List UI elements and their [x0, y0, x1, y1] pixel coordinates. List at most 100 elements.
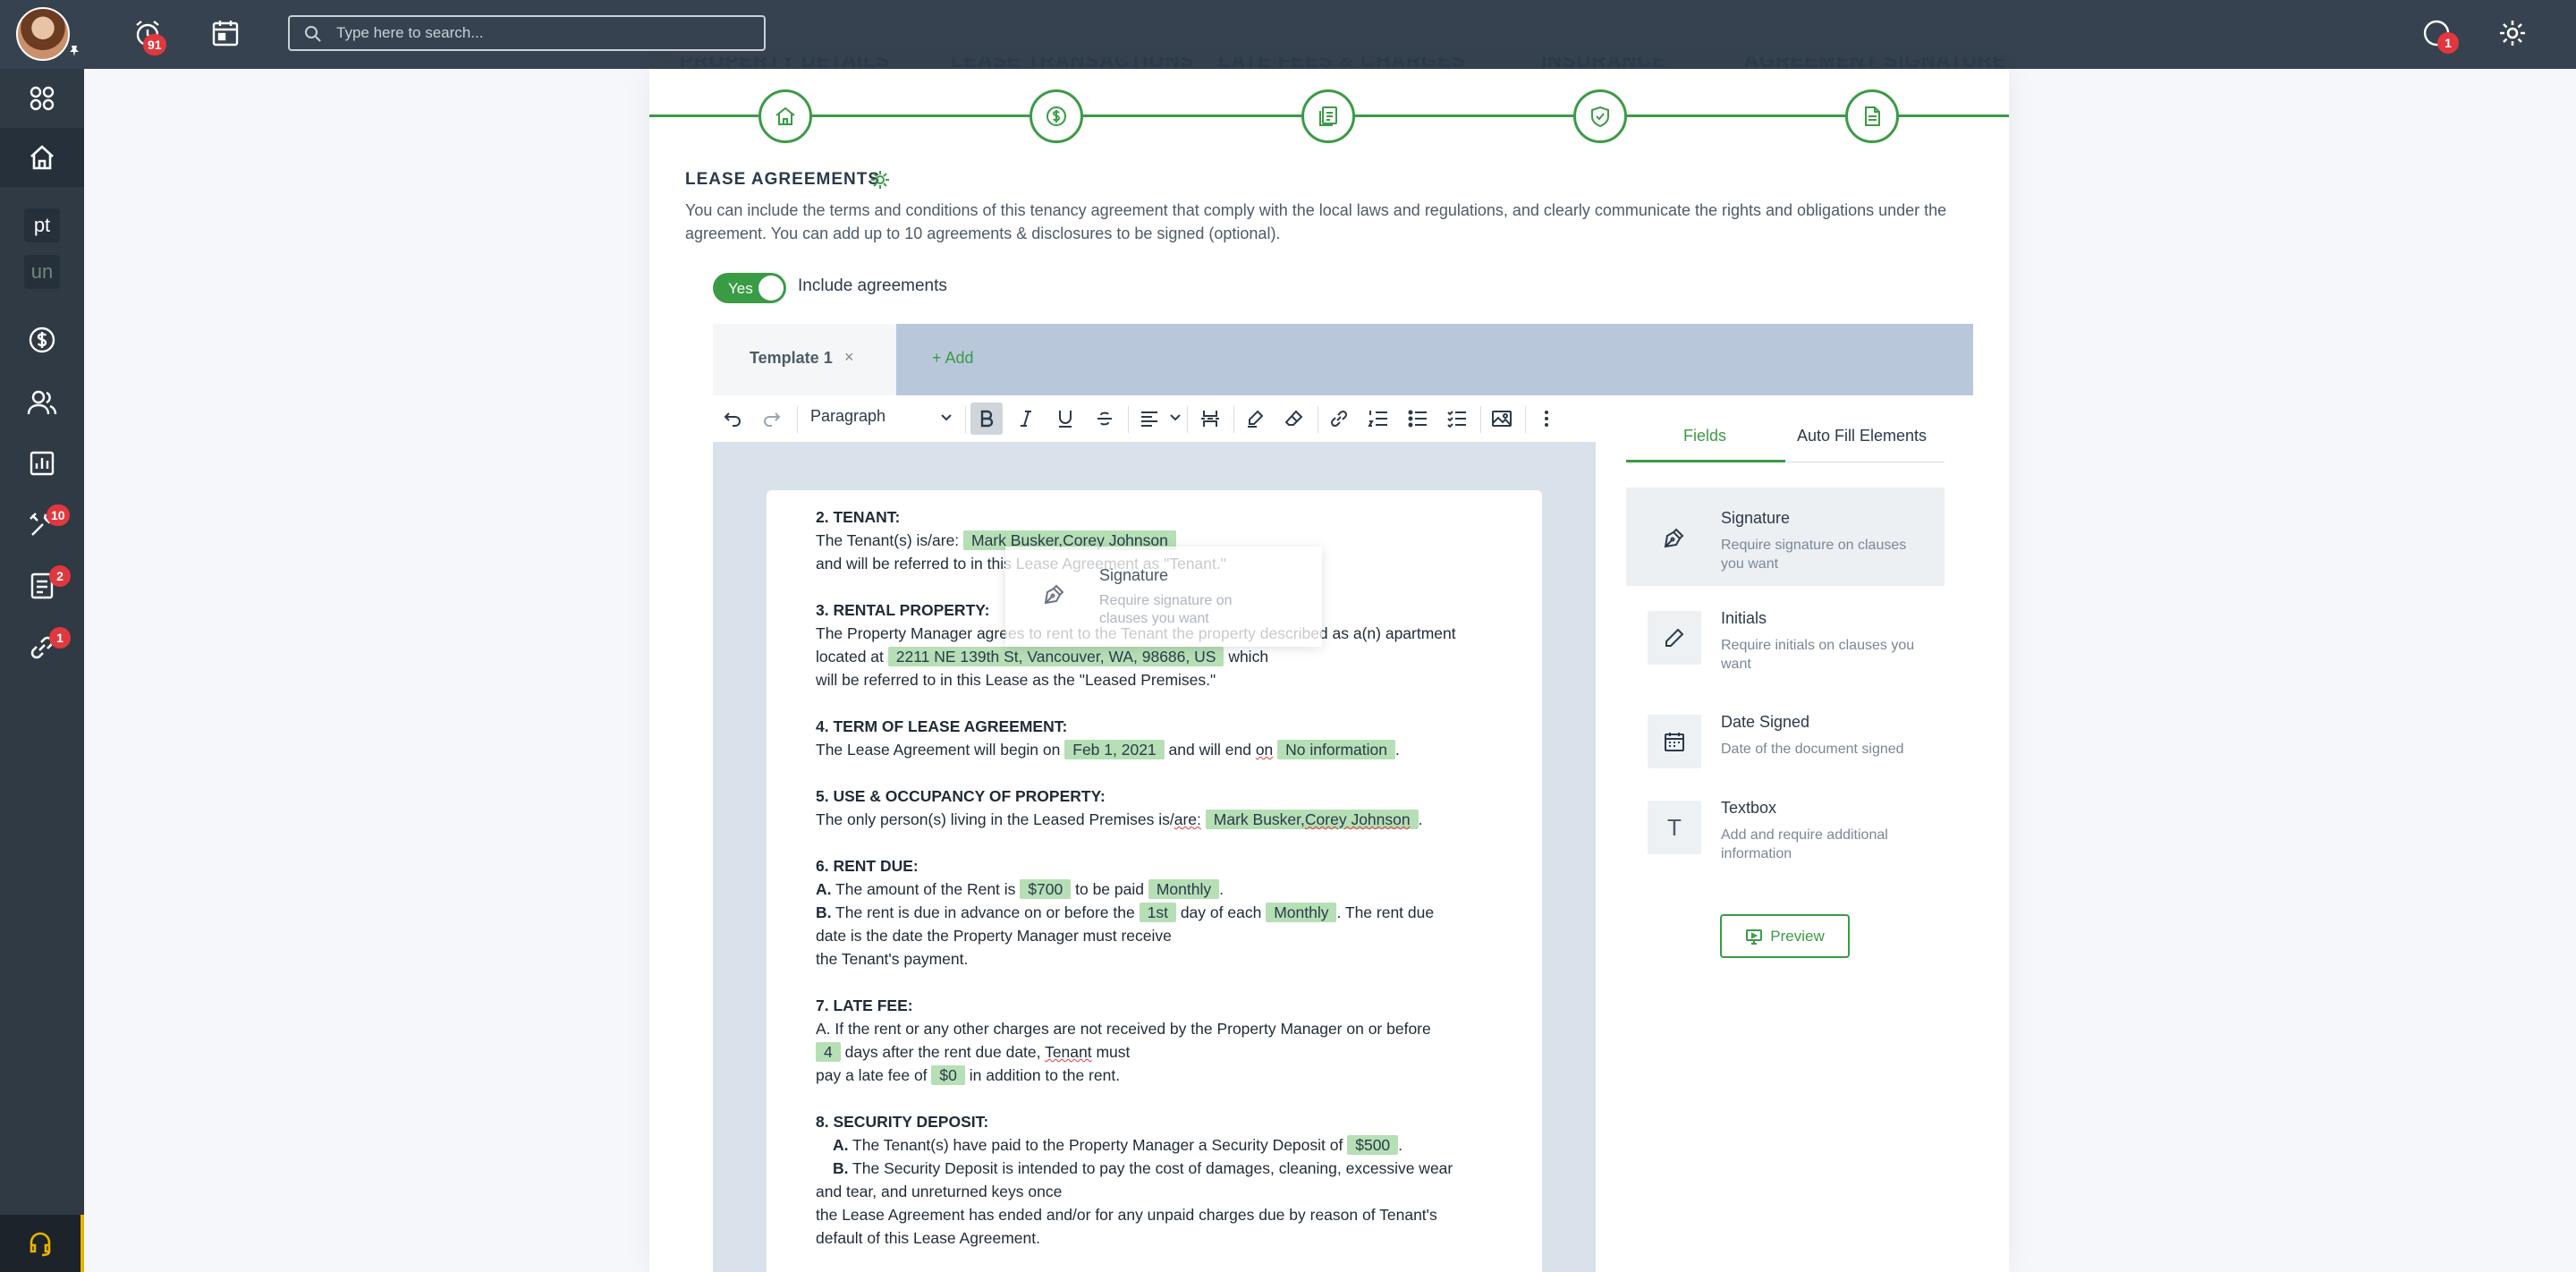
doc-line: will be referred to in this Lease as the… [816, 671, 1216, 689]
strikethrough-icon[interactable] [1089, 403, 1121, 435]
step-property[interactable] [758, 89, 812, 143]
include-agreements-toggle[interactable]: Yes [713, 273, 786, 303]
doc-line: date is the date the Property Manager mu… [816, 927, 1172, 945]
tab-auto-fill[interactable]: Auto Fill Elements [1797, 427, 1927, 445]
nav-maintenance[interactable] [0, 496, 84, 555]
chevron-down-icon [941, 414, 952, 421]
late-fee-token[interactable]: $0 [931, 1065, 965, 1085]
step-lease[interactable] [1030, 89, 1083, 143]
search-input[interactable] [336, 21, 748, 46]
maintenance-badge: 10 [47, 505, 70, 526]
redo-icon[interactable] [756, 403, 788, 435]
calendar-icon [1648, 715, 1701, 768]
settings-gear-icon[interactable] [869, 169, 891, 195]
field-textbox[interactable]: T Textbox Add and require additional inf… [1626, 777, 1945, 876]
bullet-list-icon[interactable] [1402, 403, 1434, 435]
nav-finance[interactable] [0, 310, 84, 369]
pen-nib-icon [1648, 511, 1701, 564]
nav-chip-pt[interactable]: pt [24, 208, 60, 242]
preview-button[interactable]: Preview [1720, 914, 1850, 958]
doc-line: B. The Security Deposit is intended to p… [833, 1159, 1453, 1177]
occupants-token[interactable]: Mark Busker,Corey Johnson [1205, 810, 1419, 829]
more-icon[interactable] [1530, 403, 1563, 435]
link-icon[interactable] [1323, 403, 1355, 435]
align-left-icon[interactable] [1133, 403, 1165, 435]
nav-chip-un[interactable]: un [24, 255, 60, 289]
late-days-token[interactable]: 4 [816, 1042, 841, 1062]
doc-line: A. The Tenant(s) have paid to the Proper… [833, 1135, 1403, 1155]
nav-reports[interactable] [0, 434, 84, 493]
field-signature[interactable]: Signature Require signature on clauses y… [1626, 488, 1945, 586]
doc-line: A. The amount of the Rent is $700 to be … [816, 879, 1224, 899]
bold-icon[interactable] [970, 403, 1003, 435]
support-button[interactable] [0, 1215, 84, 1272]
image-icon[interactable] [1486, 403, 1518, 435]
step-label-1: PROPERTY DETAILS [680, 57, 891, 72]
step-label-4: INSURANCE [1541, 57, 1666, 72]
nav-integrations[interactable] [0, 618, 84, 677]
undo-icon[interactable] [716, 403, 749, 435]
doc-line: located at 2211 NE 139th St, Vancouver, … [816, 647, 1269, 666]
messages-badge: 1 [2437, 32, 2459, 54]
deposit-amount-token[interactable]: $500 [1347, 1135, 1399, 1155]
dollar-icon [1046, 106, 1066, 126]
pencil-icon [1648, 611, 1701, 665]
eraser-icon[interactable] [1278, 403, 1310, 435]
highlighter-icon[interactable] [1239, 403, 1271, 435]
nav-properties[interactable] [0, 128, 84, 187]
step-label-2: LEASE TRANSACTIONS [951, 57, 1195, 72]
gear-icon[interactable] [2497, 18, 2529, 50]
tenant-heading: 2. TENANT: [816, 508, 901, 526]
user-avatar[interactable] [16, 7, 70, 61]
doc-line: pay a late fee of $0 in addition to the … [816, 1065, 1121, 1085]
numbered-list-icon[interactable] [1362, 403, 1394, 435]
italic-icon[interactable] [1010, 403, 1042, 435]
users-icon [27, 390, 57, 415]
field-initials[interactable]: Initials Require initials on clauses you… [1626, 588, 1945, 686]
tab-fields[interactable]: Fields [1683, 427, 1726, 445]
nav-people[interactable] [0, 373, 84, 432]
field-date-signed[interactable]: Date Signed Date of the document signed [1626, 691, 1945, 790]
chart-icon [30, 451, 55, 476]
search-icon [305, 26, 321, 42]
doc-line: 4 days after the rent due date, Tenant m… [816, 1040, 1513, 1064]
nav-documents[interactable] [0, 556, 84, 615]
step-insurance[interactable] [1573, 89, 1627, 143]
pin-icon [68, 43, 80, 62]
rent-day-token[interactable]: 1st [1139, 903, 1176, 922]
invoice-icon [1319, 106, 1337, 126]
nav-dashboard[interactable] [0, 69, 84, 128]
step-fees[interactable] [1301, 89, 1355, 143]
tab-close-icon[interactable]: × [844, 348, 854, 367]
rent-period-token[interactable]: Monthly [1266, 903, 1337, 922]
start-date-token[interactable]: Feb 1, 2021 [1064, 740, 1165, 759]
shield-icon [1591, 106, 1609, 128]
documents-badge: 2 [49, 565, 71, 587]
rent-amount-token[interactable]: $700 [1020, 879, 1072, 899]
calendar-icon[interactable] [210, 18, 242, 50]
left-navigation: pt un 10 2 1 [0, 69, 84, 1272]
field-desc: Add and require additional information [1721, 827, 1888, 861]
chevron-down-icon[interactable] [1169, 413, 1182, 422]
doc-line: The Lease Agreement will begin on Feb 1,… [816, 740, 1400, 759]
end-date-token[interactable]: No information [1277, 740, 1395, 759]
include-agreements-label: Include agreements [798, 276, 947, 295]
toolbar-divider [1233, 406, 1234, 433]
doc-line: and tear, and unreturned keys once [816, 1183, 1063, 1200]
search-box[interactable] [288, 15, 766, 51]
add-template-button[interactable]: + Add [932, 349, 974, 368]
step-signature[interactable] [1845, 89, 1899, 143]
drag-ghost-desc: Require signature on clauses you want [1099, 593, 1233, 626]
pen-nib-icon [1043, 582, 1066, 610]
page-break-icon[interactable] [1194, 403, 1226, 435]
tab-template-1-label: Template 1 [750, 349, 833, 367]
step-label-5: AGREEMENT SIGNATURE [1744, 57, 2007, 72]
underline-icon[interactable] [1049, 403, 1081, 435]
address-token[interactable]: 2211 NE 139th St, Vancouver, WA, 98686, … [887, 647, 1224, 666]
toolbar-divider [797, 406, 798, 433]
signature-drag-ghost[interactable]: Signature Require signature on clauses y… [1005, 547, 1322, 647]
checklist-icon[interactable] [1441, 403, 1473, 435]
field-title: Textbox [1721, 799, 1777, 817]
deposit-heading: 8. SECURITY DEPOSIT: [816, 1113, 989, 1131]
rent-frequency-token[interactable]: Monthly [1148, 879, 1220, 899]
